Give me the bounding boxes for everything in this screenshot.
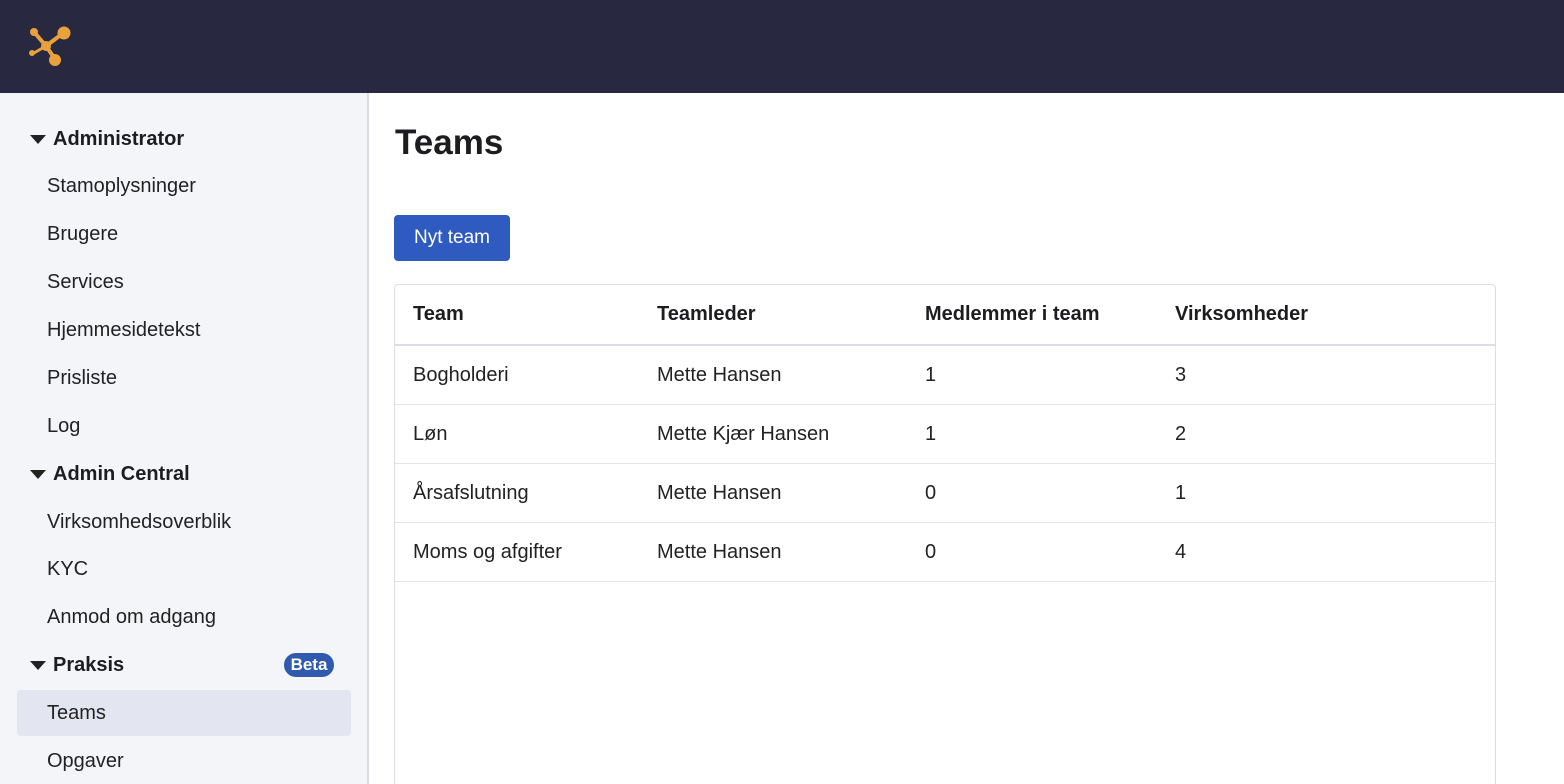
team-leader-cell: Mette Hansen (657, 363, 782, 386)
sidebar-section-title: Administrator (53, 127, 185, 150)
caret-down-icon (30, 469, 46, 479)
sidebar-section-title: Admin Central (53, 462, 190, 485)
page-title: Teams (395, 123, 504, 162)
main-content: Teams Nyt team Team Teamleder Medlemmer … (371, 93, 1564, 784)
sidebar-section-title: Praksis (53, 653, 125, 676)
caret-down-icon (30, 660, 46, 670)
sidebar-item-kyc[interactable]: KYC (17, 546, 351, 592)
team-leader-cell: Mette Hansen (657, 540, 782, 563)
team-name-cell: Moms og afgifter (413, 540, 562, 563)
sidebar-item-opgaver[interactable]: Opgaver (17, 738, 351, 784)
table-row[interactable]: Bogholderi Mette Hansen 1 3 (395, 346, 1495, 405)
table-row[interactable]: Moms og afgifter Mette Hansen 0 4 (395, 523, 1495, 582)
team-leader-cell: Mette Hansen (657, 481, 782, 504)
sidebar-item-label: Brugere (47, 222, 119, 245)
team-name-cell: Bogholderi (413, 363, 509, 386)
sidebar-item-label: Services (47, 270, 124, 293)
members-count-cell: 0 (925, 481, 937, 504)
column-header-medlemmer[interactable]: Medlemmer i team (925, 285, 1100, 344)
sidebar-item-prisliste[interactable]: Prisliste (17, 355, 351, 401)
companies-count-cell: 4 (1175, 540, 1187, 563)
sidebar-item-brugere[interactable]: Brugere (17, 211, 351, 257)
beta-badge: Beta (284, 653, 334, 677)
top-bar (0, 0, 1564, 93)
members-count-cell: 0 (925, 540, 937, 563)
team-name-cell: Årsafslutning (413, 481, 529, 504)
sidebar-item-label: Teams (47, 701, 106, 724)
sidebar-item-label: Stamoplysninger (47, 174, 196, 197)
sidebar-item-teams[interactable]: Teams (17, 690, 351, 736)
network-logo-icon[interactable] (26, 24, 72, 68)
members-count-cell: 1 (925, 422, 937, 445)
teams-table: Team Teamleder Medlemmer i team Virksomh… (394, 284, 1496, 784)
sidebar-section-admin-central[interactable]: Admin Central (30, 459, 190, 489)
team-name-cell: Løn (413, 422, 448, 445)
sidebar-item-log[interactable]: Log (17, 403, 351, 449)
sidebar-item-stamoplysninger[interactable]: Stamoplysninger (17, 163, 351, 209)
companies-count-cell: 1 (1175, 481, 1187, 504)
sidebar-item-label: Opgaver (47, 749, 124, 772)
table-header-row: Team Teamleder Medlemmer i team Virksomh… (395, 285, 1495, 346)
sidebar-item-anmod-om-adgang[interactable]: Anmod om adgang (17, 594, 351, 640)
table-row[interactable]: Løn Mette Kjær Hansen 1 2 (395, 405, 1495, 464)
caret-down-icon (30, 134, 46, 144)
sidebar-item-label: Anmod om adgang (47, 605, 217, 628)
sidebar-item-label: Log (47, 414, 81, 437)
column-header-virksomheder[interactable]: Virksomheder (1175, 285, 1308, 344)
sidebar-item-label: Virksomhedsoverblik (47, 510, 232, 533)
sidebar-item-label: Prisliste (47, 366, 118, 389)
team-leader-cell: Mette Kjær Hansen (657, 422, 830, 445)
column-header-teamleder[interactable]: Teamleder (657, 285, 756, 344)
sidebar-section-praksis[interactable]: Praksis (30, 650, 124, 680)
sidebar-section-administrator[interactable]: Administrator (30, 124, 184, 154)
sidebar-item-label: Hjemmesidetekst (47, 318, 201, 341)
companies-count-cell: 2 (1175, 422, 1187, 445)
members-count-cell: 1 (925, 363, 937, 386)
companies-count-cell: 3 (1175, 363, 1187, 386)
table-row[interactable]: Årsafslutning Mette Hansen 0 1 (395, 464, 1495, 523)
sidebar-item-virksomhedsoverblik[interactable]: Virksomhedsoverblik (17, 499, 351, 545)
sidebar-item-label: KYC (47, 557, 89, 580)
sidebar-item-services[interactable]: Services (17, 259, 351, 305)
sidebar-item-hjemmesidetekst[interactable]: Hjemmesidetekst (17, 307, 351, 353)
column-header-team[interactable]: Team (413, 285, 464, 344)
sidebar: Administrator Stamoplysninger Brugere Se… (0, 93, 369, 784)
new-team-button[interactable]: Nyt team (394, 215, 510, 261)
